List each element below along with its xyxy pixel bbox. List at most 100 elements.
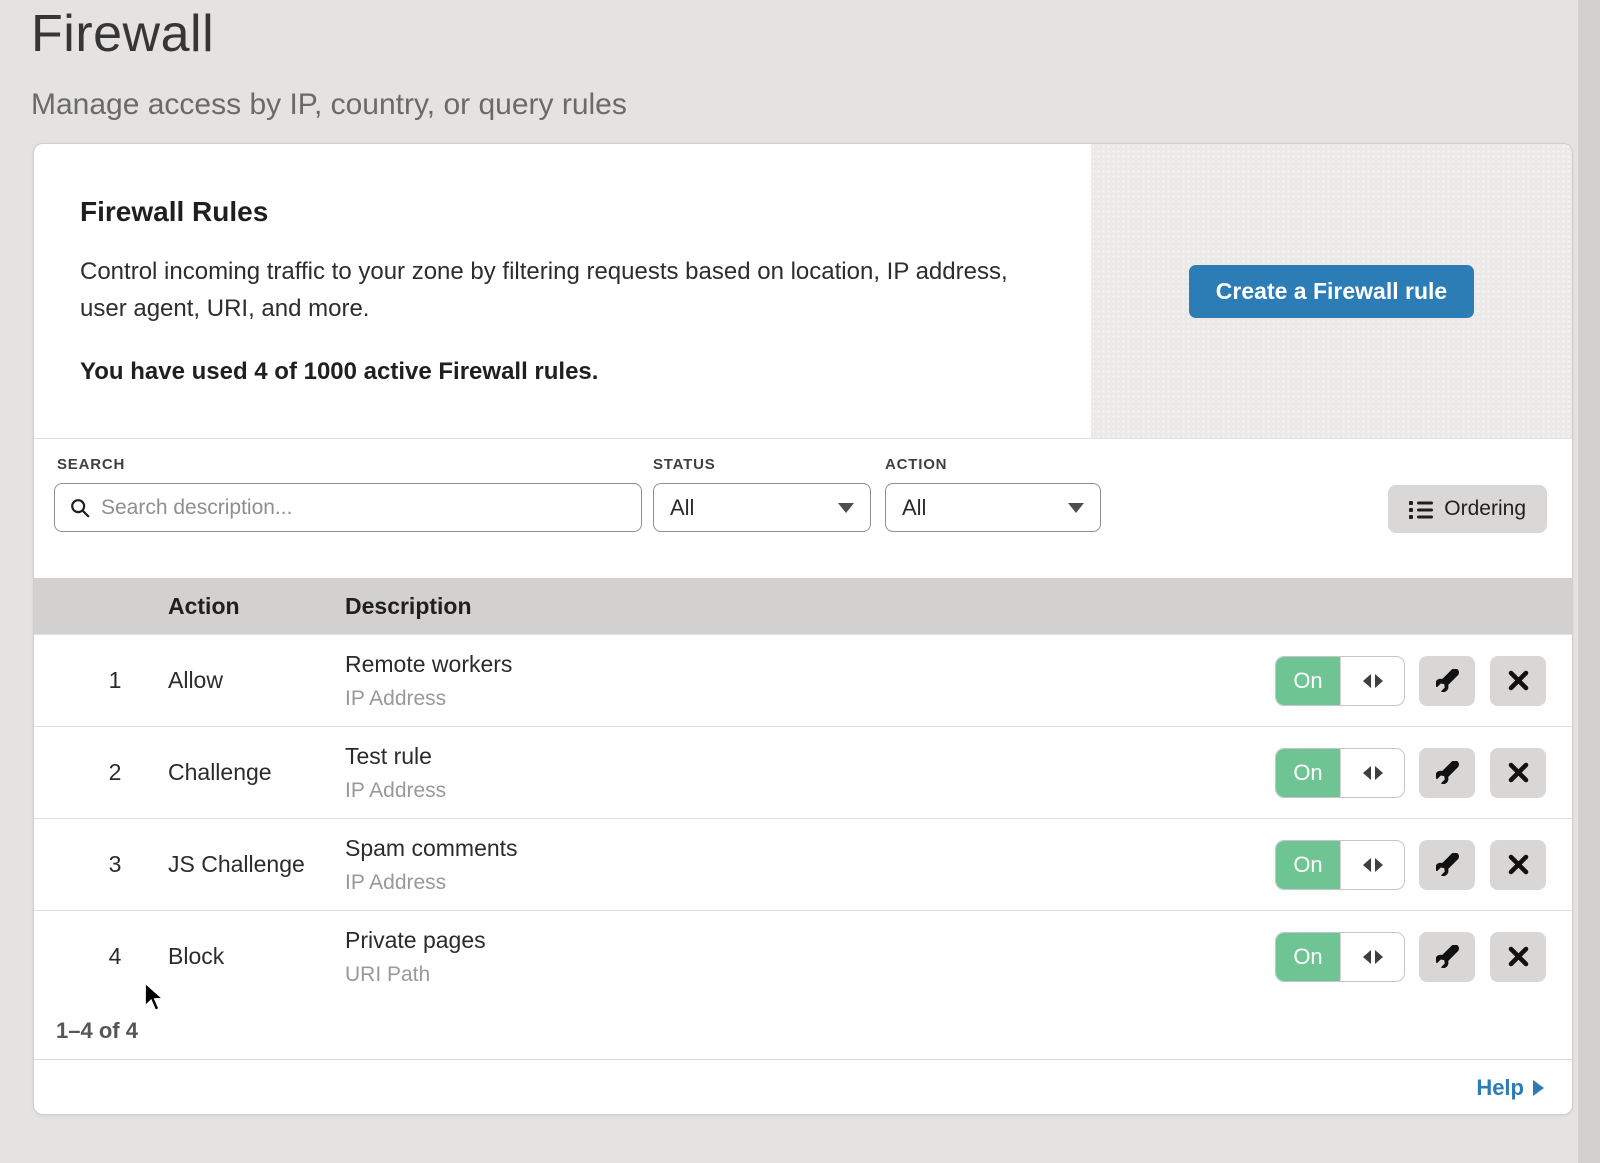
edit-rule-button[interactable] — [1419, 932, 1475, 982]
help-link[interactable]: Help — [1476, 1075, 1544, 1101]
rule-enabled-toggle[interactable]: On — [1275, 748, 1405, 798]
toggle-arrows-segment[interactable] — [1340, 657, 1404, 705]
rule-controls: On — [1272, 656, 1572, 706]
edit-rule-button[interactable] — [1419, 748, 1475, 798]
close-icon — [1508, 762, 1529, 783]
table-row: 2 Challenge Test rule IP Address On — [34, 726, 1572, 818]
triangle-left-icon — [1363, 950, 1371, 964]
rules-intro-text: Firewall Rules Control incoming traffic … — [34, 144, 1091, 438]
rules-heading: Firewall Rules — [80, 196, 1051, 228]
rule-description-cell: Remote workers IP Address — [345, 651, 1272, 711]
rules-intro-section: Firewall Rules Control incoming traffic … — [34, 144, 1572, 438]
triangle-right-icon — [1375, 674, 1383, 688]
ordering-button-label: Ordering — [1444, 497, 1526, 521]
action-label: ACTION — [885, 456, 947, 473]
delete-rule-button[interactable] — [1490, 932, 1546, 982]
toggle-on-segment[interactable]: On — [1276, 933, 1340, 981]
triangle-right-icon — [1375, 858, 1383, 872]
delete-rule-button[interactable] — [1490, 840, 1546, 890]
rule-description-cell: Private pages URI Path — [345, 927, 1272, 987]
close-icon — [1508, 670, 1529, 691]
edit-rule-button[interactable] — [1419, 656, 1475, 706]
rule-match-type: URI Path — [345, 963, 1272, 987]
arrow-right-icon — [1533, 1080, 1544, 1096]
rule-match-type: IP Address — [345, 687, 1272, 711]
page-header: Firewall Manage access by IP, country, o… — [31, 4, 627, 122]
page-title: Firewall — [31, 4, 627, 64]
search-label: SEARCH — [57, 456, 125, 473]
rule-description: Remote workers — [345, 651, 1272, 678]
create-firewall-rule-button[interactable]: Create a Firewall rule — [1189, 265, 1474, 318]
rule-enabled-toggle[interactable]: On — [1275, 932, 1405, 982]
toggle-on-segment[interactable]: On — [1276, 841, 1340, 889]
rule-description-cell: Spam comments IP Address — [345, 835, 1272, 895]
rule-description: Test rule — [345, 743, 1272, 770]
close-icon — [1508, 854, 1529, 875]
rule-description: Private pages — [345, 927, 1272, 954]
rule-enabled-toggle[interactable]: On — [1275, 656, 1405, 706]
rules-description: Control incoming traffic to your zone by… — [80, 253, 1030, 327]
rule-enabled-toggle[interactable]: On — [1275, 840, 1405, 890]
rule-controls: On — [1272, 748, 1572, 798]
chevron-down-icon — [838, 503, 854, 513]
wrench-icon — [1436, 669, 1459, 692]
create-rule-panel: Create a Firewall rule — [1091, 144, 1572, 438]
triangle-left-icon — [1363, 858, 1371, 872]
table-row: 4 Block Private pages URI Path On — [34, 910, 1572, 1002]
status-select-value: All — [670, 495, 694, 521]
rule-action: Challenge — [168, 759, 345, 786]
rule-match-type: IP Address — [345, 779, 1272, 803]
search-input[interactable] — [101, 496, 629, 520]
status-select[interactable]: All — [653, 483, 871, 532]
wrench-icon — [1436, 761, 1459, 784]
rule-priority: 4 — [81, 943, 122, 970]
rule-priority: 3 — [81, 851, 122, 878]
page-subtitle: Manage access by IP, country, or query r… — [31, 88, 627, 122]
triangle-right-icon — [1375, 766, 1383, 780]
rule-description: Spam comments — [345, 835, 1272, 862]
rule-controls: On — [1272, 932, 1572, 982]
column-action: Action — [168, 593, 345, 620]
table-row: 1 Allow Remote workers IP Address On — [34, 634, 1572, 726]
chevron-down-icon — [1068, 503, 1084, 513]
page-right-gutter — [1578, 0, 1600, 1163]
rules-usage-note: You have used 4 of 1000 active Firewall … — [80, 358, 1051, 386]
rule-action: JS Challenge — [168, 851, 345, 878]
toggle-arrows-segment[interactable] — [1340, 749, 1404, 797]
action-select-value: All — [902, 495, 926, 521]
wrench-icon — [1436, 945, 1459, 968]
pagination-row: 1–4 of 4 — [34, 1002, 1572, 1059]
rule-controls: On — [1272, 840, 1572, 890]
toggle-arrows-segment[interactable] — [1340, 933, 1404, 981]
triangle-left-icon — [1363, 674, 1371, 688]
delete-rule-button[interactable] — [1490, 656, 1546, 706]
triangle-left-icon — [1363, 766, 1371, 780]
toggle-on-segment[interactable]: On — [1276, 749, 1340, 797]
list-ordering-icon — [1409, 500, 1433, 519]
pagination-text: 1–4 of 4 — [56, 1018, 138, 1044]
firewall-rules-card: Firewall Rules Control incoming traffic … — [33, 143, 1573, 1115]
search-box[interactable] — [54, 483, 642, 532]
triangle-right-icon — [1375, 950, 1383, 964]
column-description: Description — [345, 593, 1272, 620]
edit-rule-button[interactable] — [1419, 840, 1475, 890]
help-row: Help — [34, 1059, 1572, 1115]
toggle-on-segment[interactable]: On — [1276, 657, 1340, 705]
filter-bar: SEARCH STATUS All ACTION All — [34, 438, 1572, 578]
rule-priority: 1 — [81, 667, 122, 694]
rule-action: Allow — [168, 667, 345, 694]
help-link-label: Help — [1476, 1075, 1524, 1101]
delete-rule-button[interactable] — [1490, 748, 1546, 798]
close-icon — [1508, 946, 1529, 967]
table-header: Action Description — [34, 578, 1572, 634]
wrench-icon — [1436, 853, 1459, 876]
rule-action: Block — [168, 943, 345, 970]
ordering-button[interactable]: Ordering — [1388, 485, 1547, 533]
search-icon — [69, 497, 91, 519]
rule-description-cell: Test rule IP Address — [345, 743, 1272, 803]
toggle-arrows-segment[interactable] — [1340, 841, 1404, 889]
status-label: STATUS — [653, 456, 716, 473]
action-select[interactable]: All — [885, 483, 1101, 532]
rule-match-type: IP Address — [345, 871, 1272, 895]
rule-priority: 2 — [81, 759, 122, 786]
